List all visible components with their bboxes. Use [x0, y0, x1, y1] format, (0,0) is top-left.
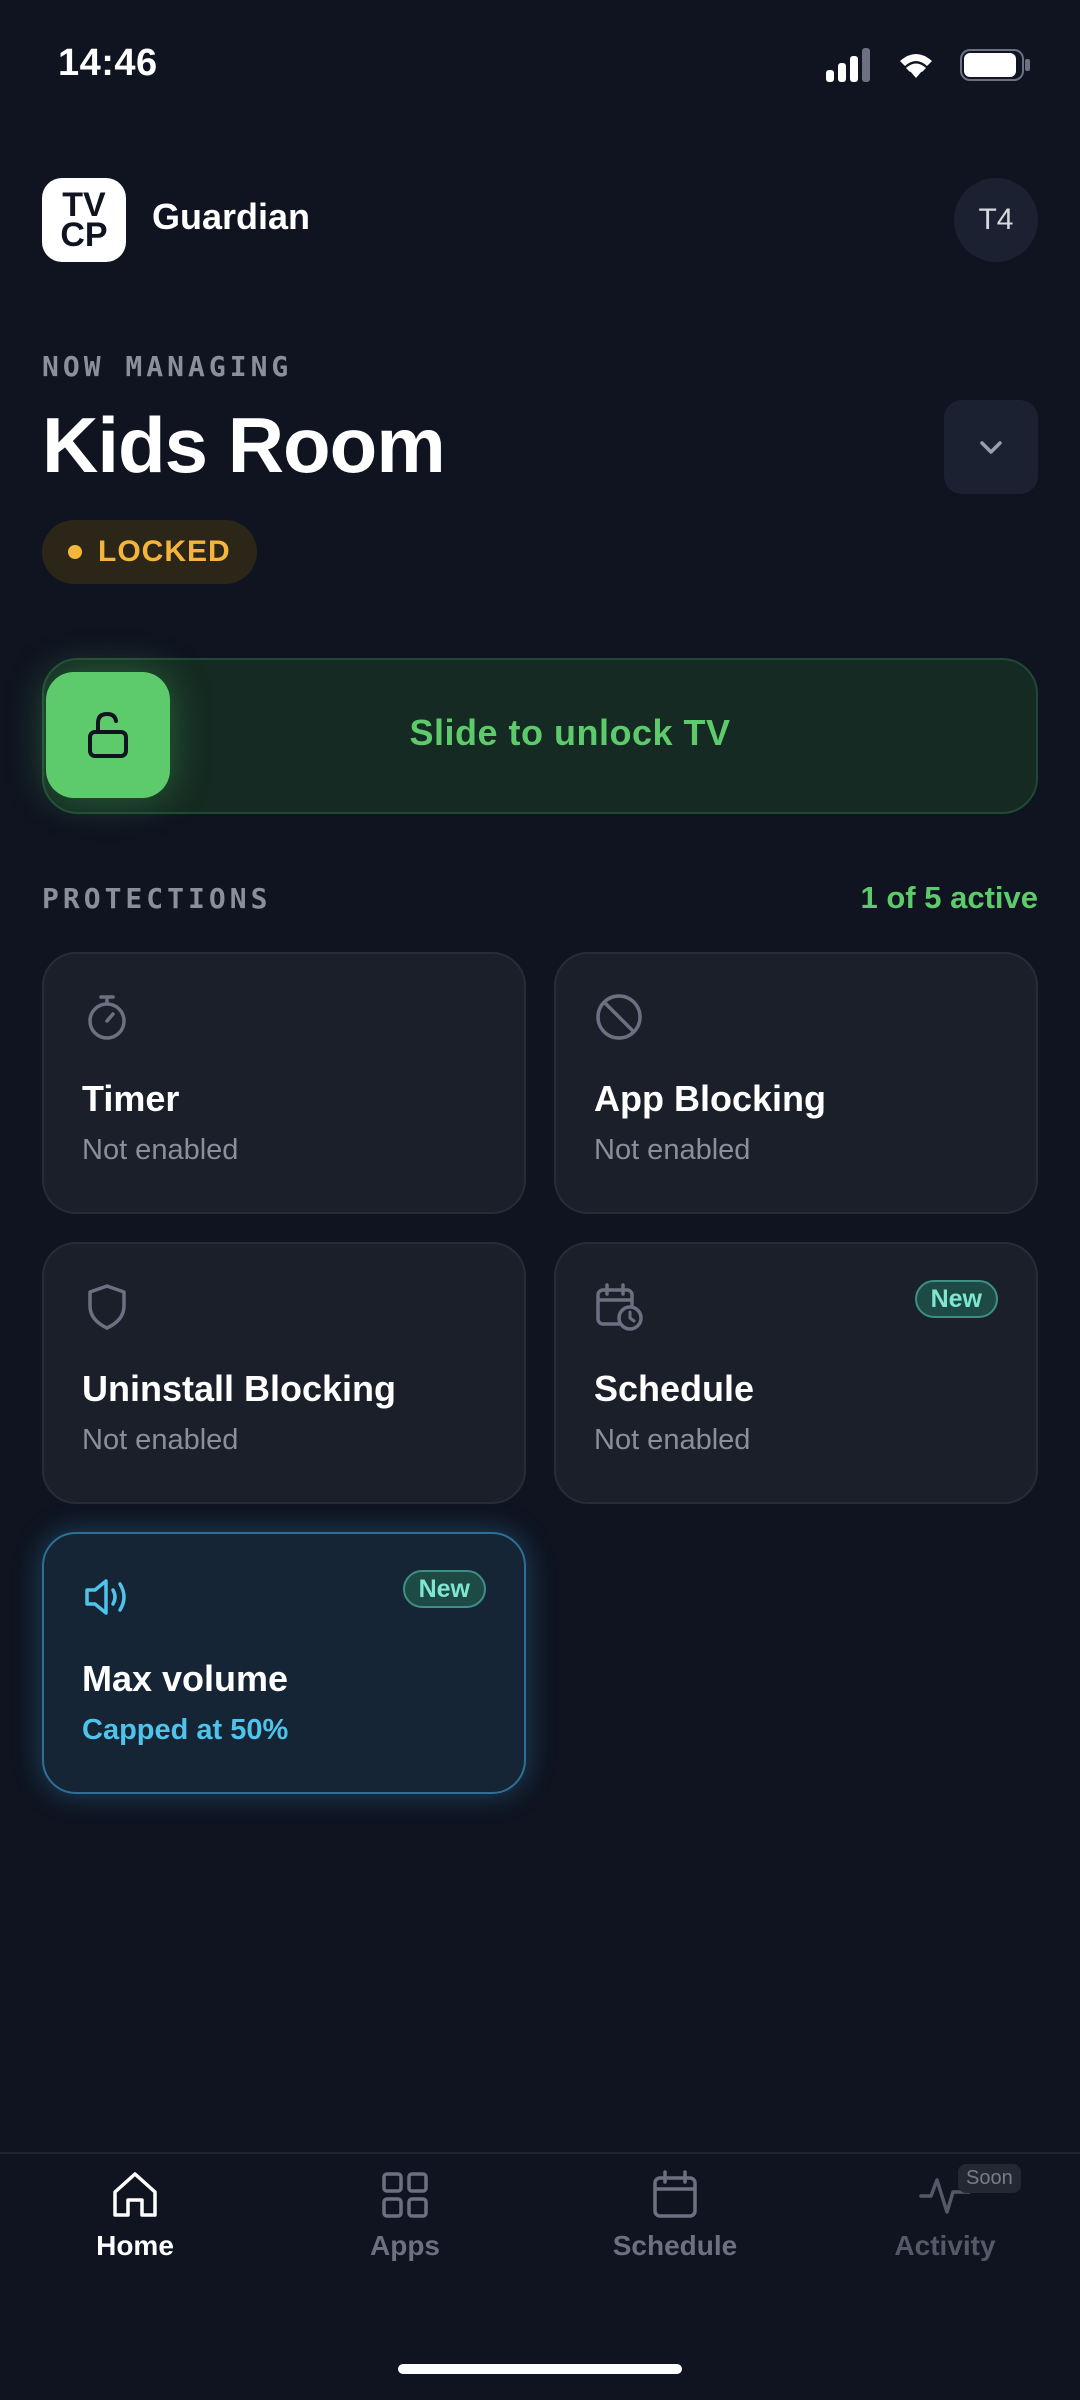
nav-label: Schedule: [612, 2230, 738, 2261]
protection-card-uninstall-blocking[interactable]: Uninstall Blocking Not enabled: [42, 1242, 526, 1504]
protections-label: PROTECTIONS: [42, 882, 272, 915]
unlock-slider[interactable]: Slide to unlock TV: [42, 658, 1038, 814]
slider-label: Slide to unlock TV: [409, 712, 731, 753]
new-badge: New: [402, 1570, 486, 1608]
card-status: Not enabled: [82, 1424, 239, 1456]
calendar-icon: [653, 2170, 697, 2218]
card-title: Max volume: [82, 1658, 289, 1699]
nav-label: Activity: [894, 2230, 996, 2261]
app-logo-text: TV CP: [60, 186, 108, 254]
protection-card-schedule[interactable]: New Schedule Not enabled: [554, 1242, 1038, 1504]
grid-icon: [382, 2172, 428, 2218]
now-managing-label: NOW MANAGING: [42, 350, 293, 383]
card-title: Uninstall Blocking: [82, 1368, 397, 1409]
battery-icon: [960, 49, 1030, 81]
home-indicator: [398, 2364, 682, 2374]
home-icon: [113, 2172, 157, 2217]
lock-status-text: LOCKED: [98, 535, 231, 568]
card-status: Not enabled: [594, 1134, 751, 1166]
nav-label: Apps: [370, 2230, 440, 2261]
nav-item-activity[interactable]: Soon Activity: [810, 2164, 1080, 2262]
profile-avatar-button[interactable]: T4: [954, 178, 1038, 262]
protection-card-app-blocking[interactable]: App Blocking Not enabled: [554, 952, 1038, 1214]
shield-icon: [88, 1284, 126, 1330]
protections-active-count: 1 of 5 active: [860, 880, 1038, 915]
status-dot: [68, 545, 82, 559]
volume-icon: [85, 1579, 126, 1615]
device-switcher-button[interactable]: [944, 400, 1038, 494]
lock-status-badge: LOCKED: [42, 520, 257, 584]
app-name: Guardian: [152, 196, 311, 237]
soon-badge: Soon: [958, 2164, 1021, 2193]
card-status: Not enabled: [594, 1424, 751, 1456]
card-title: App Blocking: [594, 1078, 826, 1119]
protection-card-max-volume[interactable]: New Max volume Capped at 50%: [42, 1532, 526, 1794]
nav-item-schedule[interactable]: Schedule: [540, 2164, 810, 2262]
status-icons: [826, 48, 1032, 82]
device-name: Kids Room: [42, 401, 446, 489]
stopwatch-icon: [88, 995, 126, 1040]
card-status: Capped at 50%: [82, 1714, 289, 1746]
card-title: Timer: [82, 1078, 180, 1119]
signal-icon: [826, 48, 870, 82]
calendar-clock-icon: [596, 1283, 643, 1331]
card-title: Schedule: [594, 1368, 755, 1409]
block-icon: [596, 994, 642, 1040]
nav-label: Home: [96, 2230, 174, 2261]
app-logo: TV CP: [42, 178, 126, 262]
nav-item-home[interactable]: Home: [0, 2164, 270, 2262]
wifi-icon: [900, 54, 932, 78]
protection-card-timer[interactable]: Timer Not enabled: [42, 952, 526, 1214]
status-time: 14:46: [58, 42, 158, 84]
chevron-down-icon: [980, 441, 1002, 454]
new-badge: New: [914, 1280, 998, 1318]
nav-item-apps[interactable]: Apps: [270, 2164, 540, 2262]
card-status: Not enabled: [82, 1134, 239, 1166]
home-screen: 14:46 TV CP Guardian T4 NOW MANAGING Kid…: [0, 0, 1080, 2400]
